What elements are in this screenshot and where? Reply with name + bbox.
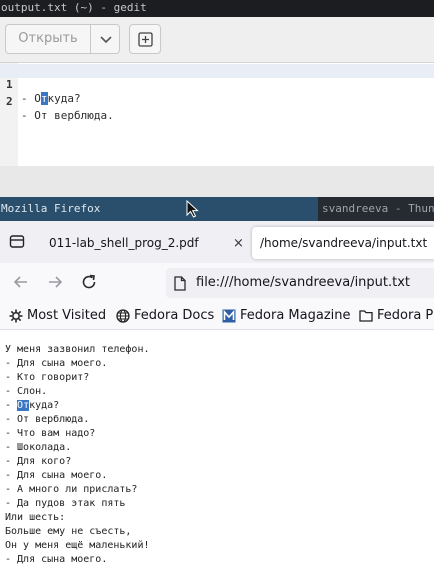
text-line: - Для сына моего. xyxy=(5,470,108,481)
list-all-tabs-icon[interactable] xyxy=(9,234,25,249)
tab-label: 011-lab_shell_prog_2.pdf xyxy=(49,236,199,250)
text-line: - Для кого? xyxy=(5,456,72,467)
firefox-window-title: Mozilla Firefox xyxy=(1,202,101,215)
open-button[interactable]: Открыть xyxy=(5,24,90,54)
bookmark-label: Most Visited xyxy=(27,308,107,323)
reload-icon[interactable] xyxy=(80,273,98,291)
bookmarks-toolbar: Most Visited Fedora Docs Fedora Magazine… xyxy=(0,303,434,330)
document-content: У меня зазвонил телефон. - Для сына моег… xyxy=(0,330,434,579)
firefox-titlebar[interactable]: Mozilla Firefox svandreeva - Thun xyxy=(0,197,434,221)
text-line: Он у меня ещё маленький! xyxy=(5,540,150,551)
page-icon[interactable] xyxy=(174,276,186,291)
fedora-magazine-icon xyxy=(222,309,236,323)
navigation-bar: file:///home/svandreeva/input.txt xyxy=(0,263,434,303)
globe-icon xyxy=(116,309,130,323)
text-line: - Что вам надо? xyxy=(5,428,96,439)
gedit-toolbar: Открыть xyxy=(0,17,434,63)
background-window-title[interactable]: svandreeva - Thun xyxy=(318,197,434,221)
text-line: - От верблюда. xyxy=(5,414,90,425)
new-tab-button[interactable] xyxy=(129,24,161,54)
plus-box-icon xyxy=(138,32,153,47)
tab-strip: 011-lab_shell_prog_2.pdf × /home/svandre… xyxy=(0,221,434,263)
url-bar[interactable]: file:///home/svandreeva/input.txt xyxy=(166,268,434,298)
text-line: - Да пудов этак пять xyxy=(5,498,126,509)
folder-icon xyxy=(359,310,373,322)
text-line: - Слон. xyxy=(5,386,48,397)
open-menu-button[interactable] xyxy=(90,24,120,54)
text-line: У меня зазвонил телефон. xyxy=(5,344,150,355)
text-line: - Откуда? xyxy=(5,400,60,411)
text-line: Больше ему не съесть, xyxy=(5,526,132,537)
gedit-window-title: output.txt (~) - gedit xyxy=(0,0,434,17)
forward-arrow-icon[interactable] xyxy=(46,273,64,291)
text-line: - Для сына моего. xyxy=(5,554,108,565)
chevron-down-icon xyxy=(100,36,112,44)
tab-input-txt[interactable]: /home/svandreeva/input.txt xyxy=(252,227,434,259)
back-arrow-icon[interactable] xyxy=(12,273,30,291)
bookmark-label: Fedora Docs xyxy=(134,308,215,323)
text-line: - Кто говорит? xyxy=(5,372,90,383)
tab-pdf[interactable]: 011-lab_shell_prog_2.pdf × xyxy=(34,227,248,259)
search-match-highlight: От xyxy=(17,400,30,411)
editor-line[interactable]: 2 - От верблюда. xyxy=(0,81,434,122)
mouse-pointer-icon xyxy=(186,200,199,218)
gear-icon xyxy=(9,309,23,323)
editor-line[interactable]: 1 - Откуда? xyxy=(0,64,434,105)
tab-label: /home/svandreeva/input.txt xyxy=(260,236,428,250)
text-line: - Шоколада. xyxy=(5,442,72,453)
text-line: - А много ли прислать? xyxy=(5,484,138,495)
editor-bottom-panel xyxy=(0,166,434,197)
text-line: Или шесть: xyxy=(5,512,66,523)
line-number: 2 xyxy=(6,95,13,108)
bookmark-label: Fedora Pr xyxy=(377,308,434,323)
line-text: - От верблюда. xyxy=(21,109,114,122)
bookmark-label: Fedora Magazine xyxy=(240,308,351,323)
text-line: - Для сына моего. xyxy=(5,358,108,369)
gedit-text-area[interactable]: 1 - Откуда? 2 - От верблюда. xyxy=(0,63,434,197)
url-text[interactable]: file:///home/svandreeva/input.txt xyxy=(196,268,410,298)
close-icon[interactable]: × xyxy=(233,228,244,259)
